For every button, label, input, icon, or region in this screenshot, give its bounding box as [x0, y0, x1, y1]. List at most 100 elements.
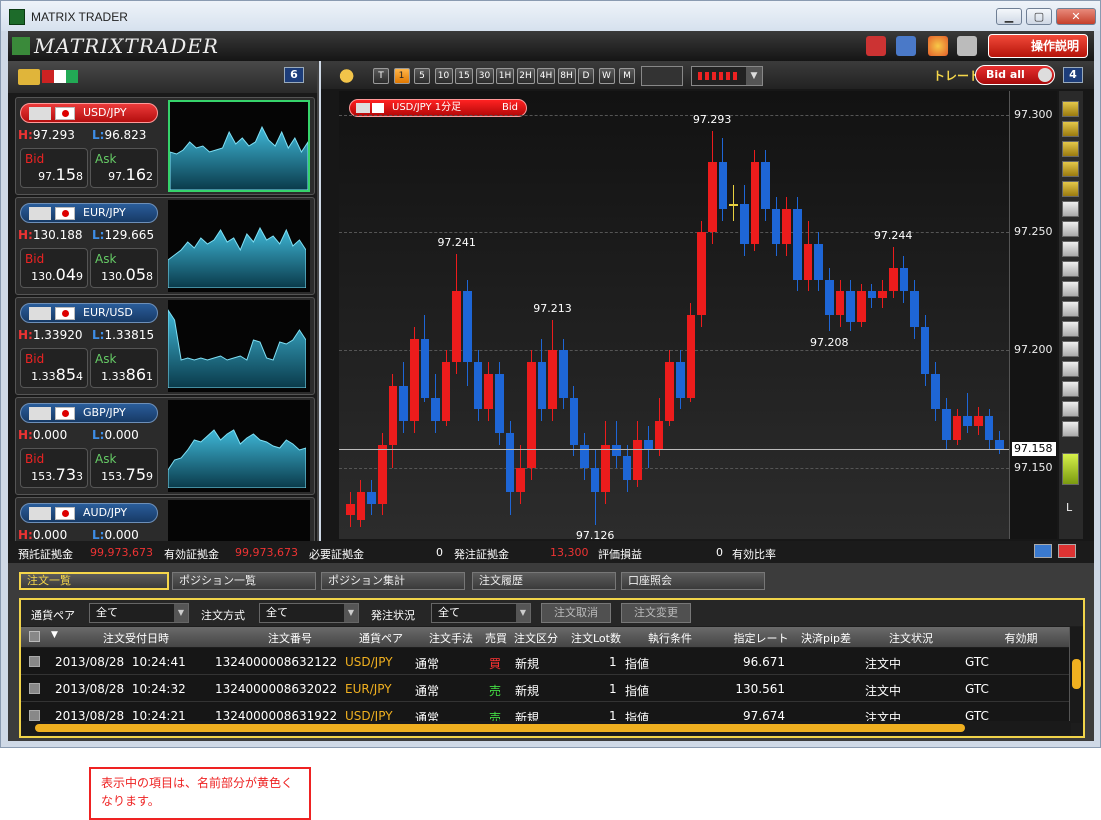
timeframe-8h[interactable]: 8H: [557, 68, 576, 84]
method-filter-select[interactable]: 全て ▼: [259, 603, 359, 623]
pair-name-badge[interactable]: AUD/JPY: [20, 503, 158, 523]
tab-0[interactable]: 注文一覧: [19, 572, 169, 590]
ask-button[interactable]: Ask 130.058: [90, 248, 158, 288]
channel-tool-icon[interactable]: [1062, 321, 1079, 337]
pair-name-badge[interactable]: GBP/JPY: [20, 403, 158, 423]
candlestick-chart[interactable]: USD/JPY 1分足 Bid 97.293 97.241 97.213 97.244…: [339, 91, 1009, 542]
sort-icon[interactable]: ▼: [51, 630, 58, 640]
vertical-scrollbar[interactable]: [1069, 627, 1083, 723]
toolbox-icon[interactable]: [866, 36, 886, 56]
timeframe-w[interactable]: W: [598, 68, 615, 84]
bid-button[interactable]: Bid 153.733: [20, 448, 88, 488]
currency-pair-card[interactable]: EUR/USD H:1.33920 L:1.33815 Bid 1.33854 …: [15, 297, 315, 395]
timeframe-2h[interactable]: 2H: [516, 68, 535, 84]
folder-icon[interactable]: [18, 69, 40, 85]
table-row[interactable]: 2013/08/28 10:24:41 1324000008632122 USD…: [21, 648, 1071, 675]
vline-tool-icon[interactable]: [1062, 281, 1079, 297]
currency-pair-card[interactable]: GBP/JPY H:0.000 L:0.000 Bid 153.733 Ask …: [15, 397, 315, 495]
trend-tool-icon[interactable]: [1062, 241, 1079, 257]
mini-chart[interactable]: [168, 500, 310, 541]
panel-count-badge[interactable]: 6: [284, 67, 304, 83]
column-header[interactable]: 有効期: [961, 630, 1081, 646]
column-header[interactable]: 注文区分: [511, 630, 561, 646]
currency-pair-card[interactable]: AUD/JPY H:0.000 L:0.000 Bid Ask: [15, 497, 315, 541]
column-header[interactable]: 注文Lot数: [561, 630, 631, 646]
mini-chart[interactable]: [167, 300, 310, 392]
timeframe-5[interactable]: 5: [414, 68, 430, 84]
horizontal-scroll-thumb[interactable]: [35, 724, 965, 732]
ask-button[interactable]: Ask 153.759: [90, 448, 158, 488]
column-header[interactable]: 注文状況: [861, 630, 961, 646]
color-tool-icon[interactable]: [1062, 453, 1079, 485]
bid-button[interactable]: Bid 130.049: [20, 248, 88, 288]
bid-button[interactable]: Bid 1.33854: [20, 348, 88, 388]
timeframe-10[interactable]: 10: [434, 68, 453, 84]
vertical-scroll-thumb[interactable]: [1072, 659, 1081, 689]
pair-name-badge[interactable]: EUR/JPY: [20, 203, 158, 223]
tab-2[interactable]: ポジション集計: [321, 572, 465, 590]
tab-1[interactable]: ポジション一覧: [172, 572, 316, 590]
horizontal-scrollbar[interactable]: [21, 721, 1071, 735]
hline-tool-icon[interactable]: [1062, 261, 1079, 277]
bid-button[interactable]: Bid 97.158: [20, 148, 88, 188]
column-header[interactable]: 注文番号: [215, 630, 365, 646]
mini-chart[interactable]: [168, 100, 310, 192]
ask-button[interactable]: Ask 1.33861: [90, 348, 158, 388]
pair-name-badge[interactable]: EUR/USD: [20, 303, 158, 323]
column-header[interactable]: 執行条件: [625, 630, 715, 646]
timeframe-4h[interactable]: 4H: [537, 68, 555, 84]
table-row[interactable]: 2013/08/28 10:24:32 1324000008632022 EUR…: [21, 675, 1071, 702]
cancel-order-button[interactable]: 注文取消: [541, 603, 611, 623]
pair-filter-select[interactable]: 全て ▼: [89, 603, 189, 623]
alert-tool-icon[interactable]: [1062, 161, 1079, 177]
expand-up-button[interactable]: [1058, 544, 1076, 558]
print-icon[interactable]: [957, 36, 977, 56]
trash-tool-icon[interactable]: [1062, 421, 1079, 437]
ask-button[interactable]: Ask 97.162: [90, 148, 158, 188]
column-header[interactable]: 注文受付日時: [61, 630, 211, 646]
column-header[interactable]: 決済pip差: [791, 630, 861, 646]
zoom-icon[interactable]: [337, 68, 361, 84]
cursor-tool-icon[interactable]: [1062, 201, 1079, 217]
help-button[interactable]: 操作説明: [988, 34, 1088, 58]
news-tool-icon[interactable]: [1062, 121, 1079, 137]
save-icon[interactable]: [896, 36, 916, 56]
currency-pair-card[interactable]: USD/JPY H:97.293 L:96.823 Bid 97.158 Ask…: [15, 97, 315, 195]
palette-icon[interactable]: [928, 36, 948, 56]
tab-4[interactable]: 口座照会: [621, 572, 765, 590]
pitch-tool-icon[interactable]: [1062, 381, 1079, 397]
fib-tool-icon[interactable]: [1062, 301, 1079, 317]
timeframe-m[interactable]: M: [619, 68, 635, 84]
change-order-button[interactable]: 注文変更: [621, 603, 691, 623]
chart-type-icon[interactable]: [641, 66, 683, 86]
column-header[interactable]: 注文手法: [416, 630, 486, 646]
indicator-select[interactable]: ▼: [691, 66, 763, 86]
status-filter-select[interactable]: 全て ▼: [431, 603, 531, 623]
timeframe-1h[interactable]: 1H: [496, 68, 514, 84]
column-header[interactable]: 売買: [481, 630, 511, 646]
bid-all-toggle[interactable]: Bid all: [975, 65, 1055, 85]
column-header[interactable]: 通貨ペア: [346, 630, 416, 646]
eraser-tool-icon[interactable]: [1062, 401, 1079, 417]
flags-icon[interactable]: [42, 70, 78, 83]
cross-tool-icon[interactable]: [1062, 221, 1079, 237]
info-tool-icon[interactable]: [1062, 101, 1079, 117]
maximize-button[interactable]: ▢: [1026, 8, 1052, 25]
minimize-button[interactable]: ▁: [996, 8, 1022, 25]
row-checkbox[interactable]: [29, 683, 40, 694]
timeframe-15[interactable]: 15: [455, 68, 473, 84]
row-checkbox[interactable]: [29, 656, 40, 667]
collapse-down-button[interactable]: [1034, 544, 1052, 558]
mini-chart[interactable]: [167, 400, 310, 492]
close-button[interactable]: ✕: [1056, 8, 1096, 25]
column-header[interactable]: 指定レート: [721, 630, 801, 646]
timeframe-d[interactable]: D: [578, 68, 594, 84]
screen-tool-icon[interactable]: [1062, 181, 1079, 197]
timeframe-1[interactable]: 1: [393, 68, 410, 84]
tab-3[interactable]: 注文履歴: [472, 572, 616, 590]
pair-name-badge[interactable]: USD/JPY: [20, 103, 158, 123]
currency-pair-card[interactable]: EUR/JPY H:130.188 L:129.665 Bid 130.049 …: [15, 197, 315, 295]
mini-chart[interactable]: [167, 200, 310, 292]
parallel-tool-icon[interactable]: [1062, 341, 1079, 357]
timeframe-t[interactable]: T: [373, 68, 389, 84]
